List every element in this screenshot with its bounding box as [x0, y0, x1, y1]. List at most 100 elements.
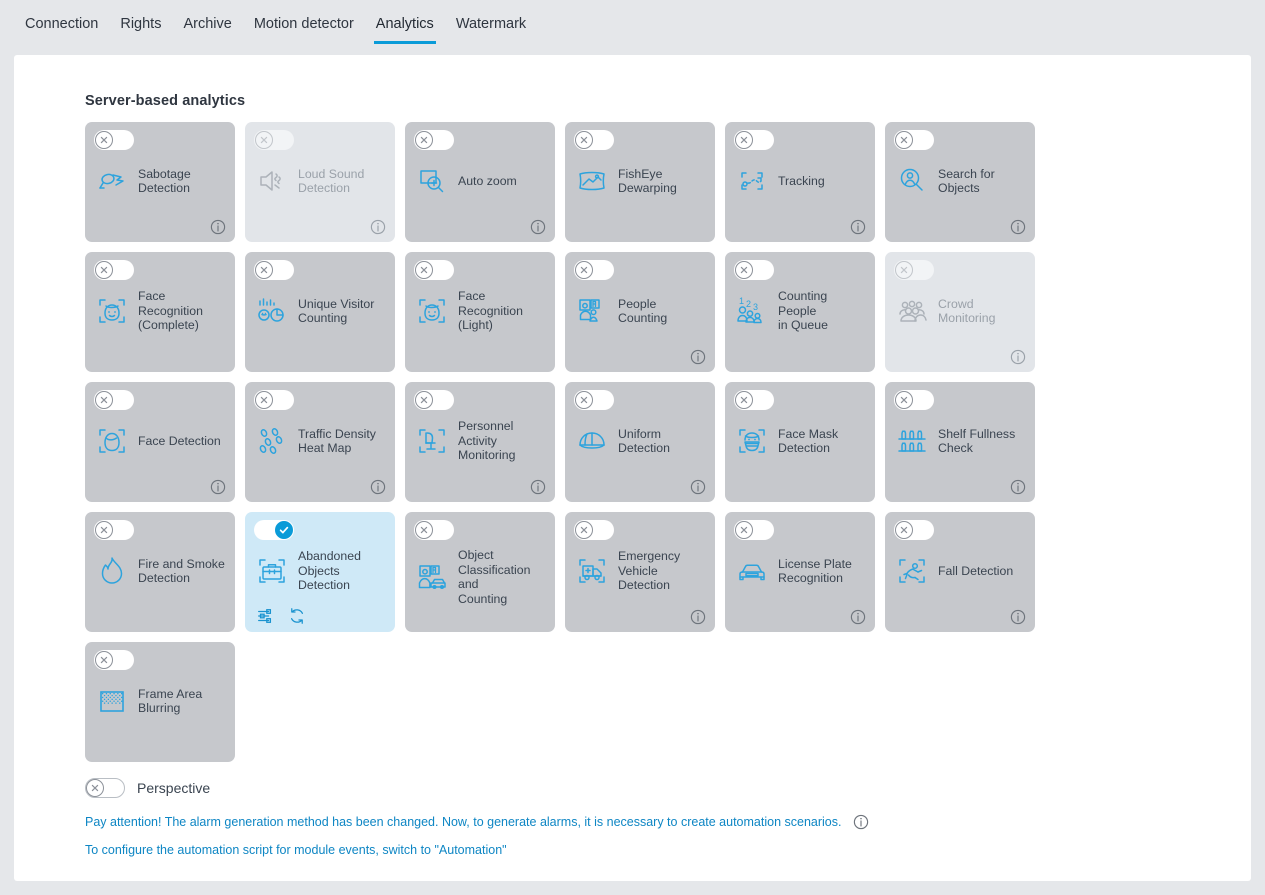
info-icon[interactable] [690, 349, 706, 365]
info-icon[interactable] [850, 609, 866, 625]
card-enable-toggle[interactable] [574, 520, 614, 540]
refresh-icon[interactable] [288, 607, 306, 625]
toggle-switch[interactable] [574, 390, 614, 410]
info-icon[interactable] [1010, 349, 1026, 365]
info-icon[interactable] [210, 479, 226, 495]
toggle-switch[interactable] [94, 260, 134, 280]
analytics-card[interactable]: Personnel Activity Monitoring [405, 382, 555, 502]
toggle-switch[interactable] [414, 130, 454, 150]
analytics-card[interactable]: Traffic Density Heat Map [245, 382, 395, 502]
card-enable-toggle[interactable] [894, 130, 934, 150]
toggle-switch[interactable] [85, 778, 125, 798]
analytics-card[interactable]: Frame Area Blurring [85, 642, 235, 762]
card-enable-toggle[interactable] [254, 130, 294, 150]
card-enable-toggle[interactable] [574, 390, 614, 410]
card-enable-toggle[interactable] [734, 520, 774, 540]
analytics-card[interactable]: Auto zoom [405, 122, 555, 242]
toggle-switch[interactable] [94, 520, 134, 540]
tab-motion-detector[interactable]: Motion detector [243, 14, 365, 44]
analytics-card[interactable]: Face Recognition (Light) [405, 252, 555, 372]
card-enable-toggle[interactable] [94, 390, 134, 410]
info-icon[interactable] [210, 219, 226, 235]
analytics-card[interactable]: Face Mask Detection [725, 382, 875, 502]
card-enable-toggle[interactable] [94, 260, 134, 280]
info-icon[interactable] [690, 609, 706, 625]
card-enable-toggle[interactable] [734, 260, 774, 280]
card-enable-toggle[interactable] [94, 130, 134, 150]
info-icon[interactable] [530, 479, 546, 495]
analytics-card[interactable]: FishEye Dewarping [565, 122, 715, 242]
analytics-card[interactable]: Search for Objects [885, 122, 1035, 242]
toggle-switch[interactable] [414, 260, 454, 280]
card-enable-toggle[interactable] [894, 390, 934, 410]
analytics-card[interactable]: Face Recognition (Complete) [85, 252, 235, 372]
toggle-switch[interactable] [894, 520, 934, 540]
tab-archive[interactable]: Archive [172, 14, 242, 44]
toggle-switch[interactable] [894, 390, 934, 410]
toggle-switch[interactable] [414, 520, 454, 540]
analytics-card[interactable]: Tracking [725, 122, 875, 242]
analytics-card[interactable]: Abandoned Objects Detection [245, 512, 395, 632]
toggle-switch[interactable] [734, 390, 774, 410]
card-enable-toggle[interactable] [414, 130, 454, 150]
card-enable-toggle[interactable] [414, 520, 454, 540]
toggle-switch[interactable] [254, 520, 294, 540]
toggle-switch[interactable] [94, 130, 134, 150]
info-icon[interactable] [853, 814, 869, 830]
toggle-switch[interactable] [414, 390, 454, 410]
analytics-card[interactable]: People Counting [565, 252, 715, 372]
card-enable-toggle[interactable] [734, 130, 774, 150]
analytics-card[interactable]: License Plate Recognition [725, 512, 875, 632]
analytics-card[interactable]: Sabotage Detection [85, 122, 235, 242]
tab-rights[interactable]: Rights [109, 14, 172, 44]
info-icon[interactable] [1010, 609, 1026, 625]
toggle-switch[interactable] [734, 260, 774, 280]
info-icon[interactable] [850, 219, 866, 235]
card-enable-toggle[interactable] [94, 650, 134, 670]
analytics-card[interactable]: 1 2 3 Counting People in Queue [725, 252, 875, 372]
card-enable-toggle[interactable] [574, 260, 614, 280]
card-enable-toggle[interactable] [574, 130, 614, 150]
analytics-card[interactable]: Emergency Vehicle Detection [565, 512, 715, 632]
settings-icon[interactable] [256, 607, 274, 625]
tab-analytics[interactable]: Analytics [365, 14, 445, 44]
card-enable-toggle[interactable] [734, 390, 774, 410]
toggle-switch[interactable] [254, 390, 294, 410]
analytics-card[interactable]: Object Classification and Counting [405, 512, 555, 632]
toggle-switch[interactable] [94, 650, 134, 670]
toggle-switch[interactable] [254, 260, 294, 280]
toggle-switch[interactable] [574, 260, 614, 280]
card-enable-toggle[interactable] [414, 260, 454, 280]
toggle-switch[interactable] [94, 390, 134, 410]
info-icon[interactable] [370, 479, 386, 495]
toggle-switch[interactable] [574, 130, 614, 150]
card-enable-toggle[interactable] [414, 390, 454, 410]
tab-connection[interactable]: Connection [14, 14, 109, 44]
analytics-card[interactable]: Crowd Monitoring [885, 252, 1035, 372]
toggle-switch[interactable] [734, 130, 774, 150]
toggle-switch[interactable] [894, 260, 934, 280]
info-icon[interactable] [530, 219, 546, 235]
toggle-switch[interactable] [894, 130, 934, 150]
toggle-switch[interactable] [574, 520, 614, 540]
analytics-card[interactable]: Fall Detection [885, 512, 1035, 632]
info-icon[interactable] [1010, 479, 1026, 495]
toggle-switch[interactable] [734, 520, 774, 540]
card-enable-toggle[interactable] [94, 520, 134, 540]
info-icon[interactable] [1010, 219, 1026, 235]
info-icon[interactable] [370, 219, 386, 235]
analytics-card[interactable]: Fire and Smoke Detection [85, 512, 235, 632]
card-enable-toggle[interactable] [254, 390, 294, 410]
card-enable-toggle[interactable] [254, 260, 294, 280]
perspective-toggle[interactable] [85, 778, 125, 798]
card-enable-toggle[interactable] [894, 260, 934, 280]
card-enable-toggle[interactable] [254, 520, 294, 540]
analytics-card[interactable]: Shelf Fullness Check [885, 382, 1035, 502]
analytics-card[interactable]: Loud Sound Detection [245, 122, 395, 242]
tab-watermark[interactable]: Watermark [445, 14, 537, 44]
toggle-switch[interactable] [254, 130, 294, 150]
info-icon[interactable] [690, 479, 706, 495]
analytics-card[interactable]: Face Detection [85, 382, 235, 502]
analytics-card[interactable]: Unique Visitor Counting [245, 252, 395, 372]
card-enable-toggle[interactable] [894, 520, 934, 540]
